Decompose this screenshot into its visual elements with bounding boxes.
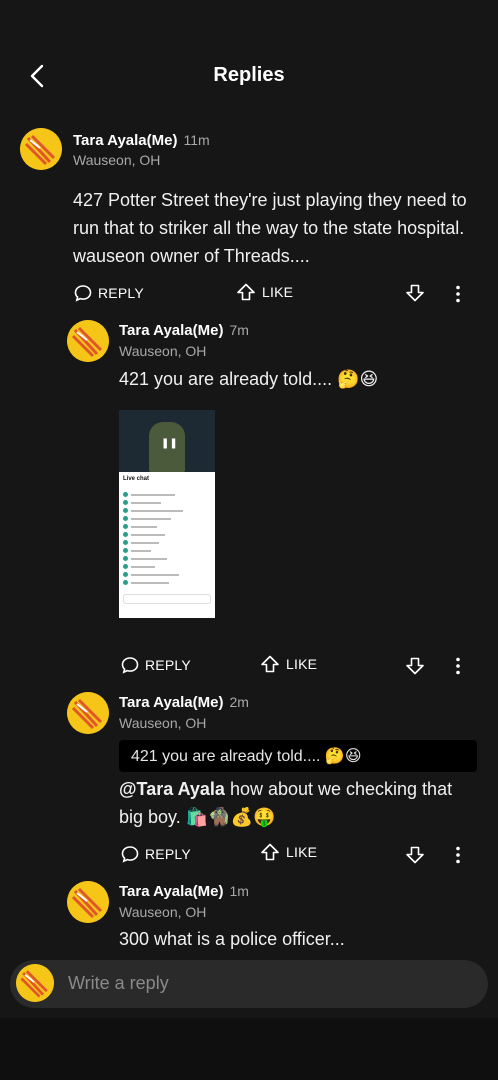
reply-input[interactable]: Write a reply (68, 973, 169, 994)
downvote-button[interactable] (405, 657, 425, 680)
avatar[interactable] (67, 320, 109, 362)
avatar[interactable] (20, 128, 62, 170)
video-screenshot-attachment[interactable]: ❚❚ Live chat (119, 410, 215, 618)
pause-icon: ❚❚ (161, 438, 178, 449)
upvote-arrow-icon (261, 843, 279, 861)
author-line: Tara Ayala(Me) 1m (119, 883, 249, 900)
comment-text: 427 Potter Street they're just playing t… (73, 190, 467, 266)
like-button[interactable]: LIKE (260, 843, 317, 861)
bottom-area (0, 1018, 498, 1080)
page-title: Replies (213, 64, 285, 86)
more-vertical-icon (456, 285, 460, 303)
reply-label: REPLY (98, 285, 144, 301)
author-line: Tara Ayala(Me) 2m (119, 694, 249, 711)
location: Wauseon, OH (119, 343, 207, 359)
like-label: LIKE (262, 284, 294, 300)
user-mention[interactable]: @Tara Ayala (119, 779, 225, 799)
downvote-arrow-icon (406, 846, 424, 864)
reply-label: REPLY (145, 657, 191, 673)
location: Wauseon, OH (119, 904, 207, 920)
speech-bubble-icon (121, 657, 139, 674)
reply-label: REPLY (145, 846, 191, 862)
speech-bubble-icon (121, 846, 139, 863)
timestamp: 2m (229, 694, 249, 710)
timestamp: 11m (183, 132, 210, 148)
author-name[interactable]: Tara Ayala(Me) (119, 883, 223, 900)
downvote-arrow-icon (406, 657, 424, 675)
reply-button[interactable]: REPLY (121, 656, 191, 674)
author-name[interactable]: Tara Ayala(Me) (119, 694, 223, 711)
location: Wauseon, OH (119, 715, 207, 731)
more-options-button[interactable] (448, 284, 468, 309)
timestamp: 7m (229, 322, 249, 338)
location: Wauseon, OH (73, 152, 161, 168)
avatar[interactable] (67, 881, 109, 923)
top-bar: Replies (0, 0, 498, 120)
like-label: LIKE (286, 656, 318, 672)
speech-bubble-icon (74, 285, 92, 302)
timestamp: 1m (229, 883, 249, 899)
avatar[interactable] (67, 692, 109, 734)
more-options-button[interactable] (448, 845, 468, 870)
comment-text: 300 what is a police officer... (119, 929, 345, 949)
downvote-arrow-icon (406, 284, 424, 302)
video-frame: ❚❚ (119, 410, 215, 472)
author-name[interactable]: Tara Ayala(Me) (119, 322, 223, 339)
downvote-button[interactable] (405, 284, 425, 307)
author-name[interactable]: Tara Ayala(Me) (73, 132, 177, 149)
upvote-arrow-icon (261, 655, 279, 673)
comment-text: @Tara Ayala how about we checking that b… (119, 775, 479, 831)
like-button[interactable]: LIKE (236, 283, 293, 301)
more-vertical-icon (456, 657, 460, 675)
downvote-button[interactable] (405, 846, 425, 869)
author-line: Tara Ayala(Me) 11m (73, 132, 210, 149)
like-button[interactable]: LIKE (260, 655, 317, 673)
quoted-reply[interactable]: 421 you are already told.... 🤔😆 (119, 740, 477, 772)
avatar (16, 964, 54, 1002)
more-vertical-icon (456, 846, 460, 864)
author-line: Tara Ayala(Me) 7m (119, 322, 249, 339)
upvote-arrow-icon (237, 283, 255, 301)
like-label: LIKE (286, 844, 318, 860)
live-chat-title: Live chat (123, 476, 150, 482)
reply-button[interactable]: REPLY (121, 845, 191, 863)
reply-button[interactable]: REPLY (74, 284, 144, 302)
comment-text: 421 you are already told.... 🤔😆 (119, 369, 379, 389)
reply-composer[interactable]: Write a reply (10, 960, 488, 1008)
more-options-button[interactable] (448, 656, 468, 681)
